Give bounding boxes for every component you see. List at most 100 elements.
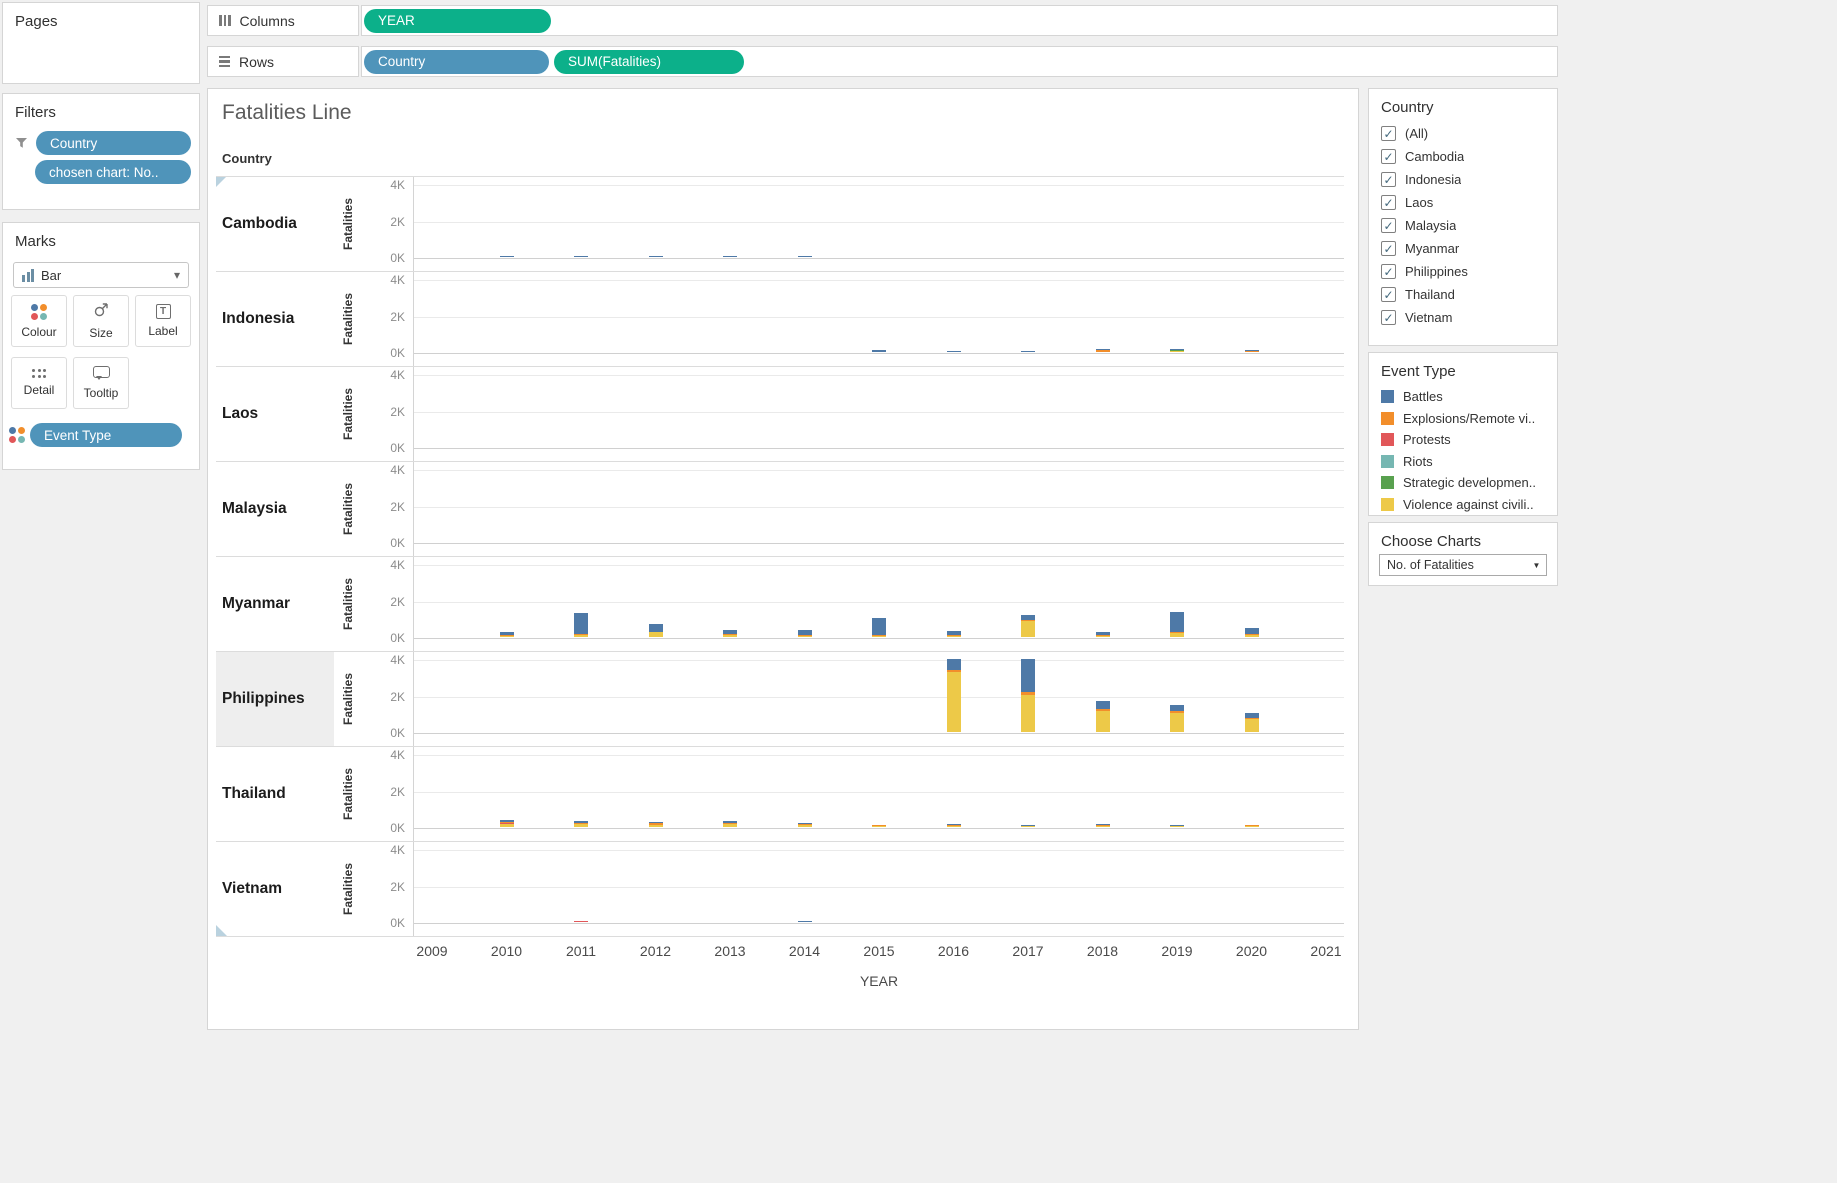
choose-charts-dropdown[interactable]: No. of Fatalities — [1379, 554, 1547, 576]
bar-segment[interactable] — [500, 635, 514, 636]
bar-segment[interactable] — [649, 825, 663, 827]
bar-segment[interactable] — [574, 613, 588, 634]
checkbox-checked-icon[interactable] — [1381, 195, 1396, 210]
y-axis[interactable]: 4K2K0K — [362, 177, 414, 271]
bar-segment[interactable] — [1170, 826, 1184, 827]
bar-segment[interactable] — [947, 826, 961, 827]
country-legend-item[interactable]: Laos — [1369, 191, 1557, 214]
bar-segment[interactable] — [649, 624, 663, 631]
plot-area[interactable] — [414, 367, 1344, 461]
bar-segment[interactable] — [1170, 612, 1184, 632]
country-legend-item[interactable]: Philippines — [1369, 260, 1557, 283]
event-legend-item[interactable]: Riots — [1369, 451, 1557, 473]
checkbox-checked-icon[interactable] — [1381, 287, 1396, 302]
checkbox-checked-icon[interactable] — [1381, 172, 1396, 187]
bar-segment[interactable] — [1096, 711, 1110, 732]
bar-segment[interactable] — [798, 823, 812, 824]
bar-segment[interactable] — [1245, 713, 1259, 718]
country-legend-item[interactable]: Thailand — [1369, 283, 1557, 306]
y-axis[interactable]: 4K2K0K — [362, 272, 414, 366]
bar-segment[interactable] — [947, 672, 961, 732]
bar-segment[interactable] — [500, 822, 514, 823]
plot-area[interactable] — [414, 747, 1344, 841]
bar-segment[interactable] — [574, 821, 588, 822]
checkbox-checked-icon[interactable] — [1381, 218, 1396, 233]
y-axis[interactable]: 4K2K0K — [362, 557, 414, 651]
country-row-label[interactable]: Cambodia — [216, 177, 334, 271]
bar-segment[interactable] — [574, 823, 588, 824]
bar-segment[interactable] — [1245, 825, 1259, 826]
bar-segment[interactable] — [1021, 620, 1035, 621]
bar-segment[interactable] — [500, 824, 514, 827]
pill-country[interactable]: Country — [364, 50, 549, 74]
bar-segment[interactable] — [798, 824, 812, 825]
country-row-label[interactable]: Thailand — [216, 747, 334, 841]
bar-segment[interactable] — [1021, 621, 1035, 637]
plot-area[interactable] — [414, 177, 1344, 271]
bar-segment[interactable] — [1170, 633, 1184, 637]
bar-segment[interactable] — [798, 825, 812, 827]
country-legend-item[interactable]: (All) — [1369, 122, 1557, 145]
y-axis[interactable]: 4K2K0K — [362, 462, 414, 556]
bar-segment[interactable] — [1170, 632, 1184, 633]
bar-segment[interactable] — [723, 630, 737, 635]
bar-segment[interactable] — [872, 826, 886, 827]
bar-segment[interactable] — [1021, 825, 1035, 826]
colour-button[interactable]: Colour — [11, 295, 67, 347]
bar-segment[interactable] — [1170, 705, 1184, 712]
bar-segment[interactable] — [947, 351, 961, 352]
event-legend-item[interactable]: Violence against civili.. — [1369, 494, 1557, 516]
plot-area[interactable] — [414, 652, 1344, 746]
filter-pill-chosen-chart[interactable]: chosen chart: No.. — [35, 160, 191, 184]
event-legend-item[interactable]: Strategic developmen.. — [1369, 472, 1557, 494]
pill-sum-fatalities[interactable]: SUM(Fatalities) — [554, 50, 744, 74]
checkbox-checked-icon[interactable] — [1381, 241, 1396, 256]
bar-segment[interactable] — [500, 820, 514, 822]
country-legend-item[interactable]: Myanmar — [1369, 237, 1557, 260]
country-legend-item[interactable]: Malaysia — [1369, 214, 1557, 237]
bar-segment[interactable] — [574, 634, 588, 635]
bar-segment[interactable] — [1170, 711, 1184, 712]
bar-segment[interactable] — [1096, 632, 1110, 635]
rows-shelf-content[interactable]: Country SUM(Fatalities) — [361, 46, 1558, 77]
bar-segment[interactable] — [1170, 825, 1184, 826]
mark-type-dropdown[interactable]: Bar — [13, 262, 189, 288]
bar-segment[interactable] — [798, 630, 812, 635]
pill-year[interactable]: YEAR — [364, 9, 551, 33]
bar-segment[interactable] — [1096, 636, 1110, 637]
bar-segment[interactable] — [872, 350, 886, 352]
bar-segment[interactable] — [947, 659, 961, 670]
bar-segment[interactable] — [723, 824, 737, 827]
bar-segment[interactable] — [1170, 349, 1184, 350]
bar-segment[interactable] — [500, 256, 514, 257]
country-legend-item[interactable]: Indonesia — [1369, 168, 1557, 191]
bar-segment[interactable] — [798, 636, 812, 637]
checkbox-checked-icon[interactable] — [1381, 264, 1396, 279]
bar-segment[interactable] — [1170, 350, 1184, 351]
bar-segment[interactable] — [947, 824, 961, 825]
plot-area[interactable] — [414, 842, 1344, 936]
bar-segment[interactable] — [649, 632, 663, 637]
bar-segment[interactable] — [649, 822, 663, 823]
country-legend-item[interactable]: Vietnam — [1369, 306, 1557, 329]
bar-segment[interactable] — [872, 635, 886, 636]
bar-segment[interactable] — [1245, 718, 1259, 719]
checkbox-checked-icon[interactable] — [1381, 126, 1396, 141]
country-row-label[interactable]: Myanmar — [216, 557, 334, 651]
bar-segment[interactable] — [1096, 349, 1110, 350]
bar-segment[interactable] — [1021, 615, 1035, 620]
bar-segment[interactable] — [872, 618, 886, 635]
event-legend-item[interactable]: Explosions/Remote vi.. — [1369, 408, 1557, 430]
bar-segment[interactable] — [723, 635, 737, 637]
bar-segment[interactable] — [1096, 709, 1110, 711]
plot-area[interactable] — [414, 462, 1344, 556]
checkbox-checked-icon[interactable] — [1381, 149, 1396, 164]
bar-segment[interactable] — [798, 635, 812, 636]
country-row-label[interactable]: Vietnam — [216, 842, 334, 936]
bar-segment[interactable] — [947, 631, 961, 635]
bar-segment[interactable] — [1245, 350, 1259, 351]
bar-segment[interactable] — [1245, 635, 1259, 637]
bar-segment[interactable] — [798, 256, 812, 257]
size-button[interactable]: Size — [73, 295, 129, 347]
bar-segment[interactable] — [872, 636, 886, 637]
